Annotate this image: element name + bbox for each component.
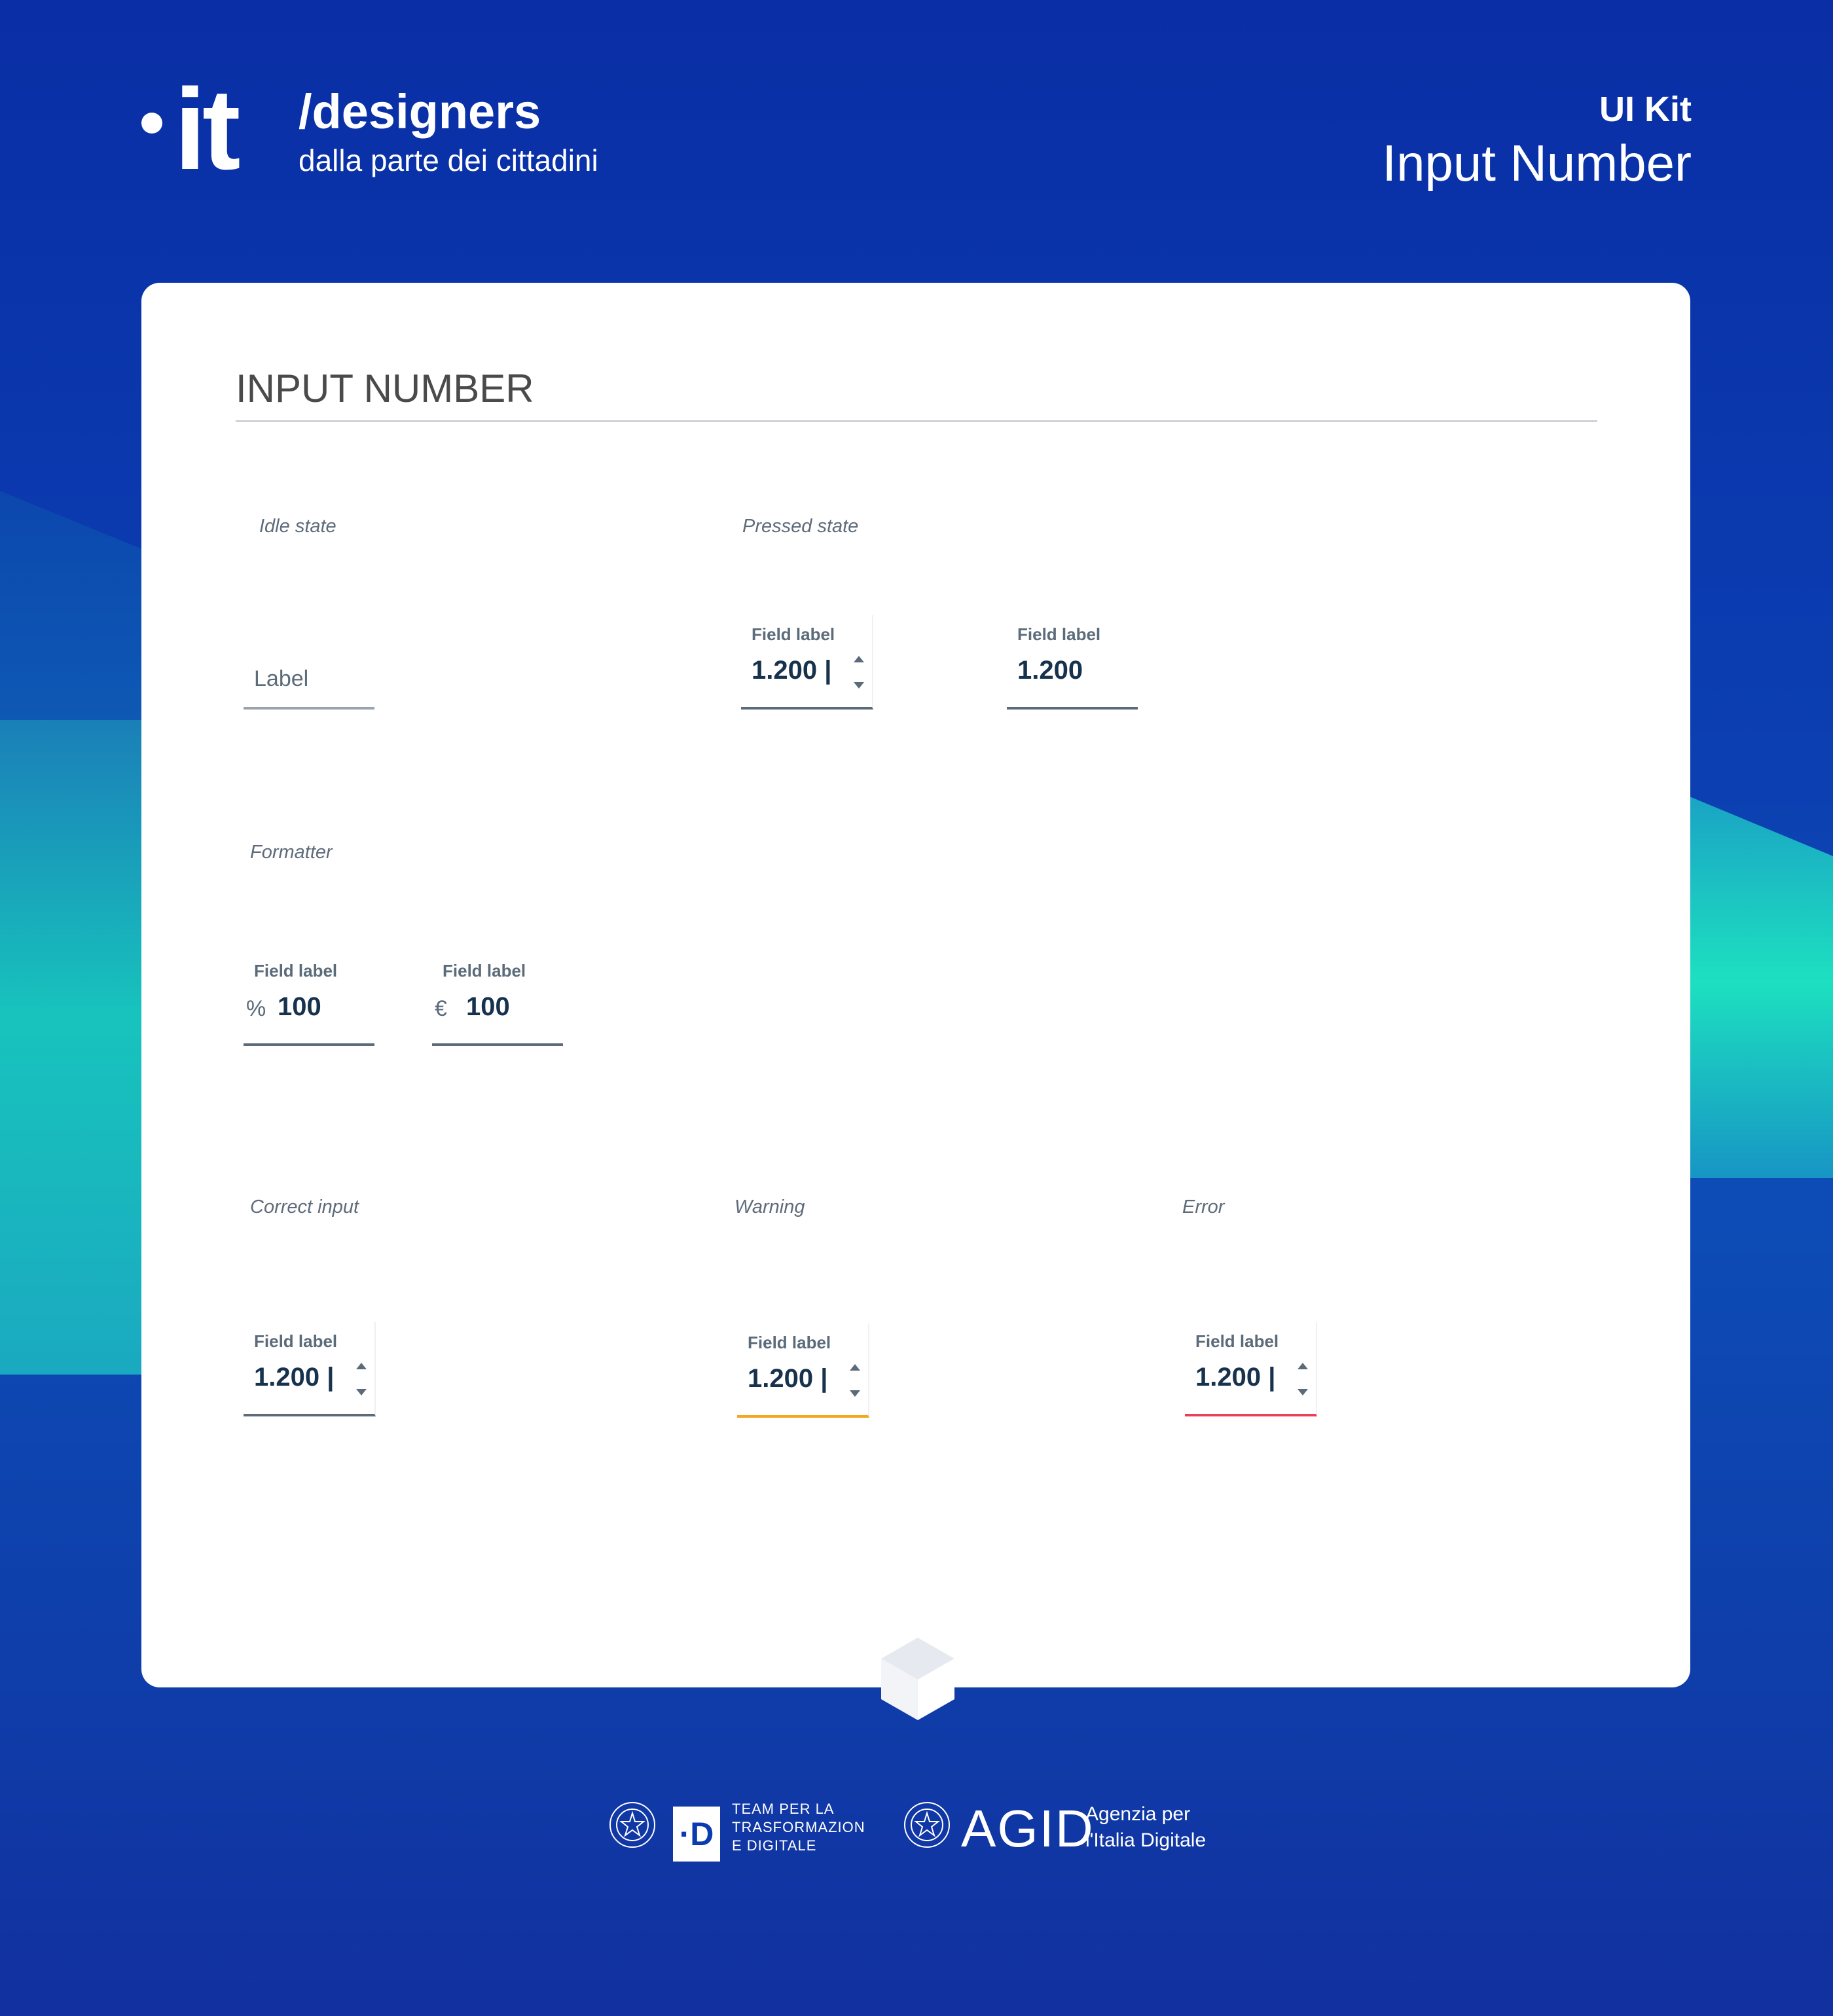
input-number-pressed[interactable]: Field label 1.200 | — [741, 615, 873, 710]
team-digitale-logo: ·D — [673, 1807, 720, 1862]
field-value: 1.200 | — [254, 1363, 335, 1392]
increment-arrow-icon[interactable] — [1298, 1363, 1308, 1369]
decrement-arrow-icon[interactable] — [854, 682, 864, 689]
number-stepper[interactable] — [847, 1361, 863, 1399]
percent-prefix: % — [246, 996, 266, 1021]
input-number-filled[interactable]: Field label 1.200 — [1007, 615, 1138, 710]
input-number-error[interactable]: Field label 1.200 | — [1185, 1322, 1317, 1416]
background-shape — [0, 720, 144, 1375]
brand: /designers dalla parte dei cittadini — [299, 84, 598, 177]
logo-letters: it — [174, 65, 240, 194]
increment-arrow-icon[interactable] — [854, 656, 864, 662]
euro-prefix: € — [435, 996, 447, 1021]
decrement-arrow-icon[interactable] — [356, 1389, 367, 1395]
input-number-euro[interactable]: Field label € 100 — [432, 952, 563, 1046]
field-value: 1.200 | — [1195, 1363, 1276, 1392]
section-label-formatter: Formatter — [250, 842, 333, 863]
field-value: 1.200 | — [748, 1364, 828, 1393]
brand-title: /designers — [299, 84, 541, 139]
agid-logo-text: AGID — [961, 1799, 1095, 1858]
italian-emblem-icon — [904, 1802, 950, 1848]
input-number-correct[interactable]: Field label 1.200 | — [244, 1322, 376, 1416]
section-label-idle: Idle state — [259, 516, 336, 537]
logo-dot — [141, 113, 162, 134]
decrement-arrow-icon[interactable] — [1298, 1389, 1308, 1395]
kit-heading: UI Kit Input Number — [1382, 92, 1692, 189]
field-label: Field label — [1017, 624, 1101, 644]
content-card: INPUT NUMBER Idle state Pressed state Fo… — [141, 283, 1690, 1720]
decrement-arrow-icon[interactable] — [850, 1390, 860, 1397]
increment-arrow-icon[interactable] — [850, 1364, 860, 1371]
team-digitale-text: TEAM PER LA TRASFORMAZION E DIGITALE — [732, 1801, 865, 1854]
field-label: Field label — [748, 1333, 831, 1352]
kit-title: Input Number — [1382, 134, 1692, 192]
increment-arrow-icon[interactable] — [356, 1363, 367, 1369]
field-label: Field label — [1195, 1331, 1279, 1351]
input-number-percent[interactable]: Field label % 100 — [244, 952, 374, 1046]
kit-label: UI Kit — [1599, 90, 1692, 129]
field-value: 1.200 | — [752, 656, 832, 685]
field-placeholder-label: Label — [254, 666, 309, 691]
number-stepper[interactable] — [851, 653, 867, 691]
field-label: Field label — [254, 961, 338, 981]
number-stepper[interactable] — [354, 1360, 369, 1398]
brand-subtitle: dalla parte dei cittadini — [299, 143, 598, 177]
number-stepper[interactable] — [1295, 1360, 1311, 1398]
agid-subtitle: Agenzia per l'Italia Digitale — [1085, 1803, 1207, 1851]
italian-emblem-icon — [609, 1802, 655, 1848]
section-label-correct: Correct input — [250, 1197, 359, 1217]
section-label-pressed: Pressed state — [742, 516, 859, 537]
field-label: Field label — [752, 624, 835, 644]
field-value: 100 — [278, 992, 321, 1021]
field-label: Field label — [254, 1331, 338, 1351]
page-title: INPUT NUMBER — [236, 369, 1597, 422]
input-number-warning[interactable]: Field label 1.200 | — [737, 1323, 869, 1418]
section-label-warning: Warning — [735, 1197, 805, 1217]
field-label: Field label — [443, 961, 526, 981]
section-label-error: Error — [1182, 1197, 1225, 1217]
input-number-idle[interactable]: Label — [244, 615, 374, 710]
field-value: 100 — [466, 992, 510, 1021]
field-value: 1.200 — [1017, 656, 1083, 685]
cube-icon — [881, 1638, 954, 1720]
